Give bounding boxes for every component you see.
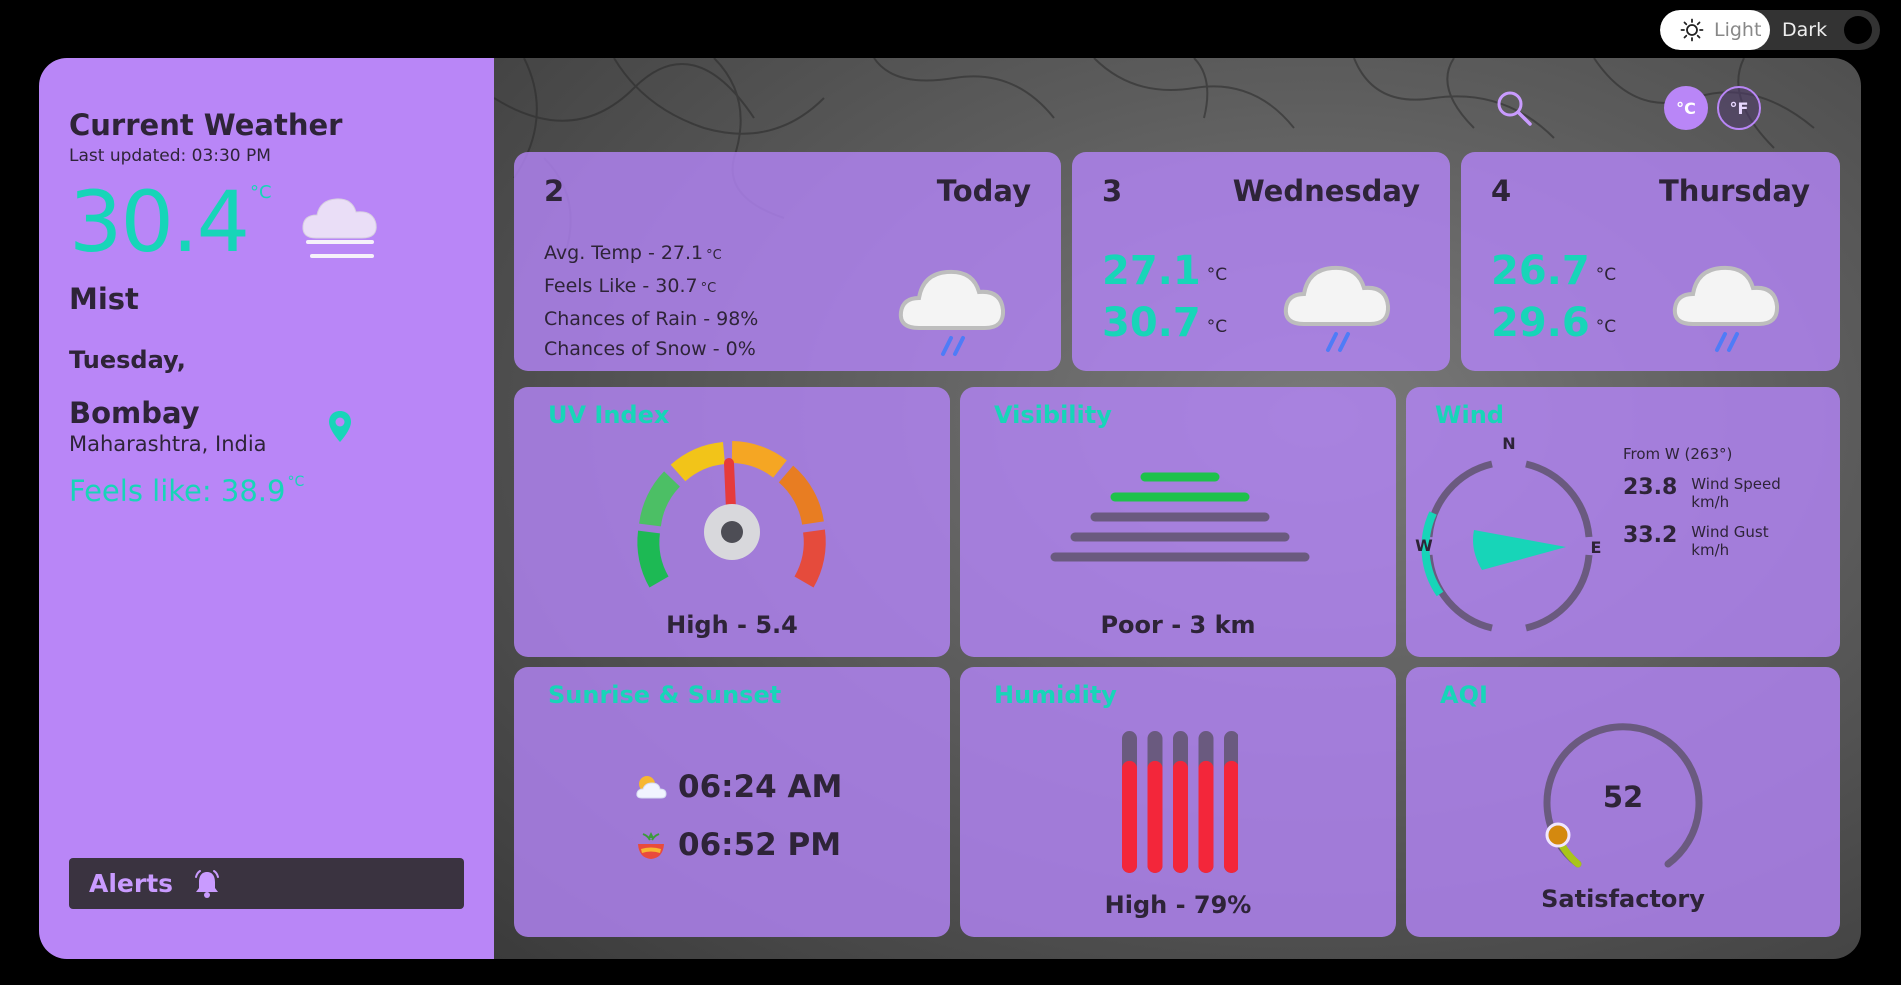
- humidity-bars: [1122, 731, 1238, 873]
- humidity-fill: [1147, 760, 1163, 873]
- forecast-card-thursday[interactable]: 4 Thursday 26.7 °C 29.6 °C: [1461, 152, 1840, 371]
- avg-temp: Avg. Temp - 27.1: [544, 242, 704, 264]
- forecast-number: 4: [1491, 174, 1512, 208]
- sun-icon: [1680, 18, 1704, 42]
- search-icon[interactable]: [1494, 88, 1534, 128]
- weather-app: Current Weather Last updated: 03:30 PM 3…: [39, 58, 1861, 959]
- forecast-max: 29.6: [1491, 300, 1590, 346]
- sunset-time: 06:52 PM: [678, 827, 842, 863]
- wind-gust-unit: km/h: [1691, 541, 1730, 559]
- forecast-min: 27.1: [1102, 248, 1201, 294]
- wind-card: Wind N W E From W (263°) 23.8 Wind Speed: [1406, 387, 1840, 657]
- compass-e: E: [1591, 538, 1602, 557]
- wind-from: From W (263°): [1623, 445, 1733, 463]
- aqi-title: AQI: [1440, 681, 1488, 709]
- compass-n: N: [1502, 434, 1515, 453]
- rain-cloud-icon: [898, 269, 1006, 356]
- wind-compass: N W E: [1415, 434, 1602, 632]
- uv-index-title: UV Index: [548, 401, 670, 429]
- main-dashboard: °C °F 2 Today Avg. Temp - 27.1 °C Feels L…: [494, 58, 1861, 959]
- humidity-fill: [1173, 760, 1188, 873]
- current-city: Bombay: [69, 396, 200, 430]
- uv-index-value: High - 5.4: [666, 611, 798, 639]
- wind-direction-arrow: [1473, 530, 1566, 570]
- wind-speed-value: 23.8: [1623, 475, 1678, 500]
- alerts-label: Alerts: [89, 869, 174, 898]
- current-day: Tuesday,: [69, 346, 186, 374]
- forecast-min: 26.7: [1491, 248, 1590, 294]
- forecast-card-today[interactable]: 2 Today Avg. Temp - 27.1 °C Feels Like - …: [514, 152, 1061, 371]
- forecast-number: 3: [1102, 174, 1123, 208]
- sunrise-time: 06:24 AM: [678, 769, 843, 805]
- uv-gauge: [637, 441, 826, 588]
- theme-toggle[interactable]: Light Dark: [1660, 10, 1880, 50]
- current-weather-panel: Current Weather Last updated: 03:30 PM 3…: [39, 58, 494, 959]
- sunrise-sunset-card: Sunrise & Sunset 06:24 AM 06:52 PM: [514, 667, 950, 937]
- forecast-day: Today: [936, 174, 1031, 208]
- bell-icon: [195, 869, 220, 898]
- wind-title: Wind: [1435, 401, 1504, 429]
- current-condition: Mist: [69, 282, 139, 316]
- forecast-number: 2: [544, 174, 565, 208]
- sunset-icon: [638, 832, 664, 859]
- humidity-fill: [1224, 760, 1238, 873]
- theme-dark-option[interactable]: Dark: [1770, 10, 1880, 50]
- feels-like-today: Feels Like - 30.7: [544, 275, 698, 297]
- humidity-title: Humidity: [994, 681, 1117, 709]
- toggle-knob: [1844, 16, 1872, 44]
- visibility-bars-icon: [1050, 472, 1310, 562]
- current-weather-title: Current Weather: [69, 108, 343, 142]
- sunrise-icon: [636, 776, 667, 799]
- chance-rain: Chances of Rain - 98%: [544, 308, 759, 330]
- visibility-title: Visibility: [994, 401, 1112, 429]
- current-temp-unit: °C: [250, 182, 272, 203]
- wind-gust-label: Wind Gust: [1691, 523, 1769, 541]
- wind-speed-unit: km/h: [1691, 493, 1730, 511]
- theme-dark-label: Dark: [1782, 19, 1828, 41]
- rain-cloud-icon: [1672, 265, 1780, 352]
- aqi-label: Satisfactory: [1541, 885, 1705, 913]
- feels-like: Feels like: 38.9 °C: [69, 474, 464, 508]
- humidity-card: Humidity High - 79%: [960, 667, 1396, 937]
- compass-w: W: [1415, 536, 1433, 555]
- sunrise-sunset-title: Sunrise & Sunset: [548, 681, 782, 709]
- rain-cloud-icon: [1283, 265, 1391, 352]
- visibility-value: Poor - 3 km: [1100, 611, 1256, 639]
- uv-index-card: UV Index High - 5.4: [514, 387, 950, 657]
- forecast-day: Wednesday: [1232, 174, 1420, 208]
- forecast-day: Thursday: [1659, 174, 1810, 208]
- alerts-button[interactable]: Alerts: [69, 858, 464, 909]
- humidity-fill: [1198, 760, 1214, 873]
- wind-gust-value: 33.2: [1623, 523, 1678, 548]
- location-pin-icon: [328, 411, 351, 442]
- theme-light-option[interactable]: Light: [1660, 10, 1770, 50]
- forecast-max: 30.7: [1102, 300, 1201, 346]
- theme-light-label: Light: [1714, 19, 1762, 41]
- humidity-value: High - 79%: [1104, 891, 1252, 919]
- feels-like-unit: °C: [287, 474, 305, 490]
- humidity-fill: [1122, 760, 1137, 873]
- aqi-number: 52: [1602, 780, 1644, 814]
- wind-speed-label: Wind Speed: [1691, 475, 1781, 493]
- current-temp: 30.4: [69, 173, 250, 271]
- feels-like-value: Feels like: 38.9: [69, 474, 286, 508]
- visibility-card: Visibility Poor - 3 km: [960, 387, 1396, 657]
- chance-snow: Chances of Snow - 0%: [544, 338, 756, 360]
- current-region: Maharashtra, India: [69, 432, 267, 456]
- aqi-card: AQI 52 Satisfactory: [1406, 667, 1840, 937]
- last-updated: Last updated: 03:30 PM: [69, 146, 271, 166]
- celsius-button[interactable]: °C: [1664, 86, 1708, 130]
- forecast-card-wednesday[interactable]: 3 Wednesday 27.1 °C 30.7 °C: [1072, 152, 1450, 371]
- fahrenheit-button[interactable]: °F: [1717, 86, 1761, 130]
- mist-icon: [302, 198, 377, 258]
